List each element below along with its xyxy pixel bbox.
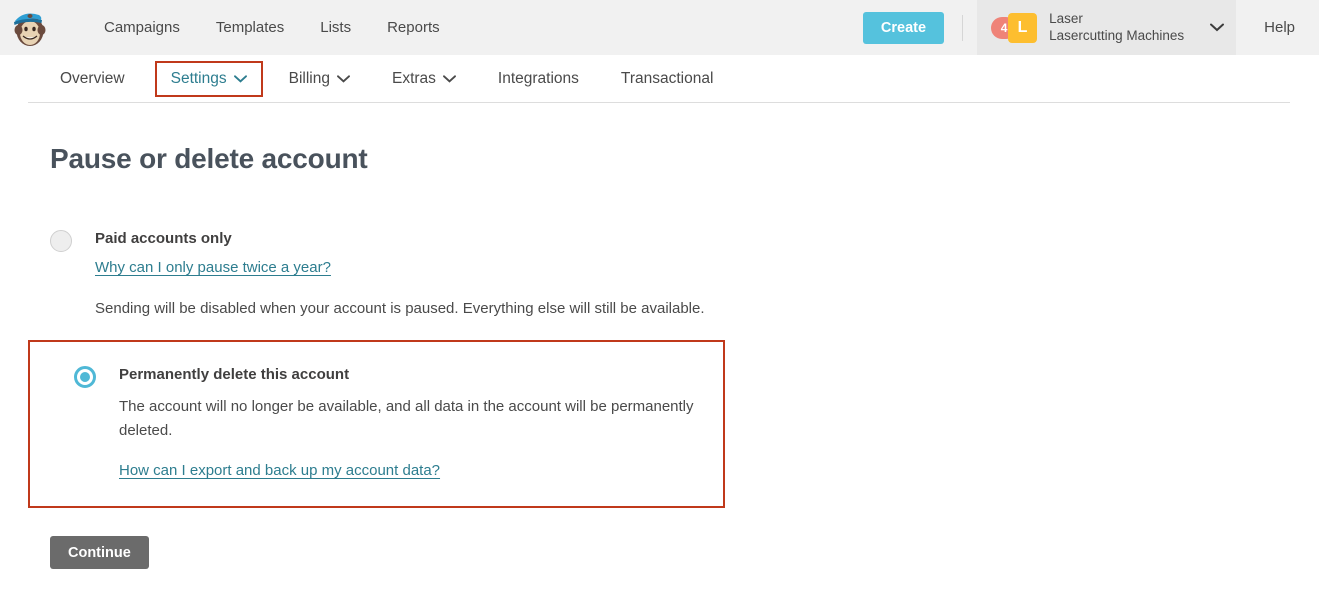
tab-overview-label: Overview — [60, 69, 125, 87]
tab-extras-label: Extras — [391, 69, 436, 87]
chevron-down-icon — [442, 74, 456, 83]
tab-billing[interactable]: Billing — [279, 66, 360, 92]
primary-navigation: Campaigns Templates Lists Reports — [86, 0, 458, 55]
avatar: L — [1008, 12, 1038, 43]
link-why-pause-twice[interactable]: Why can I only pause twice a year? — [95, 259, 331, 276]
header-divider — [962, 14, 964, 41]
nav-item-reports[interactable]: Reports — [369, 0, 458, 55]
account-name: Laser — [1049, 10, 1083, 26]
top-header-bar: Campaigns Templates Lists Reports Create… — [0, 0, 1319, 55]
mailchimp-logo[interactable] — [0, 0, 58, 55]
option-pause-account[interactable]: Paid accounts only Why can I only pause … — [0, 228, 1319, 321]
tab-integrations[interactable]: Integrations — [488, 66, 589, 92]
radio-delete-account[interactable] — [74, 366, 96, 388]
account-menu[interactable]: 4 L Laser Lasercutting Machines — [977, 0, 1237, 55]
option-delete-body: Permanently delete this account The acco… — [119, 364, 701, 480]
account-options-group: Paid accounts only Why can I only pause … — [0, 228, 1319, 508]
help-link[interactable]: Help — [1264, 19, 1295, 36]
settings-tab-bar: Overview Settings Billing Extras Integra… — [0, 55, 1319, 103]
option-pause-body: Paid accounts only Why can I only pause … — [95, 228, 705, 321]
avatar-group: 4 L — [991, 12, 1038, 43]
link-export-account-data[interactable]: How can I export and back up my account … — [119, 462, 440, 479]
option-delete-description: The account will no longer be available,… — [119, 398, 694, 439]
chevron-down-icon — [337, 74, 350, 83]
account-labels: Laser Lasercutting Machines — [1049, 11, 1184, 45]
tab-transactional[interactable]: Transactional — [611, 66, 723, 92]
tab-transactional-label: Transactional — [620, 69, 714, 87]
option-delete-account-box[interactable]: Permanently delete this account The acco… — [28, 340, 725, 508]
header-right-group: Create 4 L Laser Lasercutting Machines H… — [862, 0, 1319, 55]
option-pause-title: Paid accounts only — [95, 230, 232, 247]
freddie-monkey-icon — [14, 12, 46, 46]
radio-pause-account[interactable] — [50, 230, 72, 252]
tab-integrations-label: Integrations — [497, 69, 579, 87]
tab-settings-label: Settings — [170, 69, 227, 87]
option-delete-account[interactable]: Permanently delete this account The acco… — [52, 364, 701, 480]
tab-extras[interactable]: Extras — [382, 66, 466, 92]
nav-item-templates[interactable]: Templates — [198, 0, 302, 55]
main-content: Pause or delete account Paid accounts on… — [0, 103, 1319, 569]
nav-item-campaigns[interactable]: Campaigns — [86, 0, 198, 55]
tab-overview[interactable]: Overview — [50, 66, 135, 92]
continue-button[interactable]: Continue — [50, 536, 149, 569]
option-pause-description: Sending will be disabled when your accou… — [95, 300, 705, 318]
tab-billing-label: Billing — [288, 69, 330, 87]
tab-settings[interactable]: Settings — [154, 60, 263, 97]
option-delete-title: Permanently delete this account — [119, 366, 350, 383]
account-company: Lasercutting Machines — [1049, 27, 1185, 43]
create-button[interactable]: Create — [862, 11, 945, 44]
page-title: Pause or delete account — [50, 143, 368, 174]
nav-item-lists[interactable]: Lists — [302, 0, 369, 55]
chevron-down-icon — [1210, 23, 1225, 32]
chevron-down-icon — [233, 74, 247, 83]
